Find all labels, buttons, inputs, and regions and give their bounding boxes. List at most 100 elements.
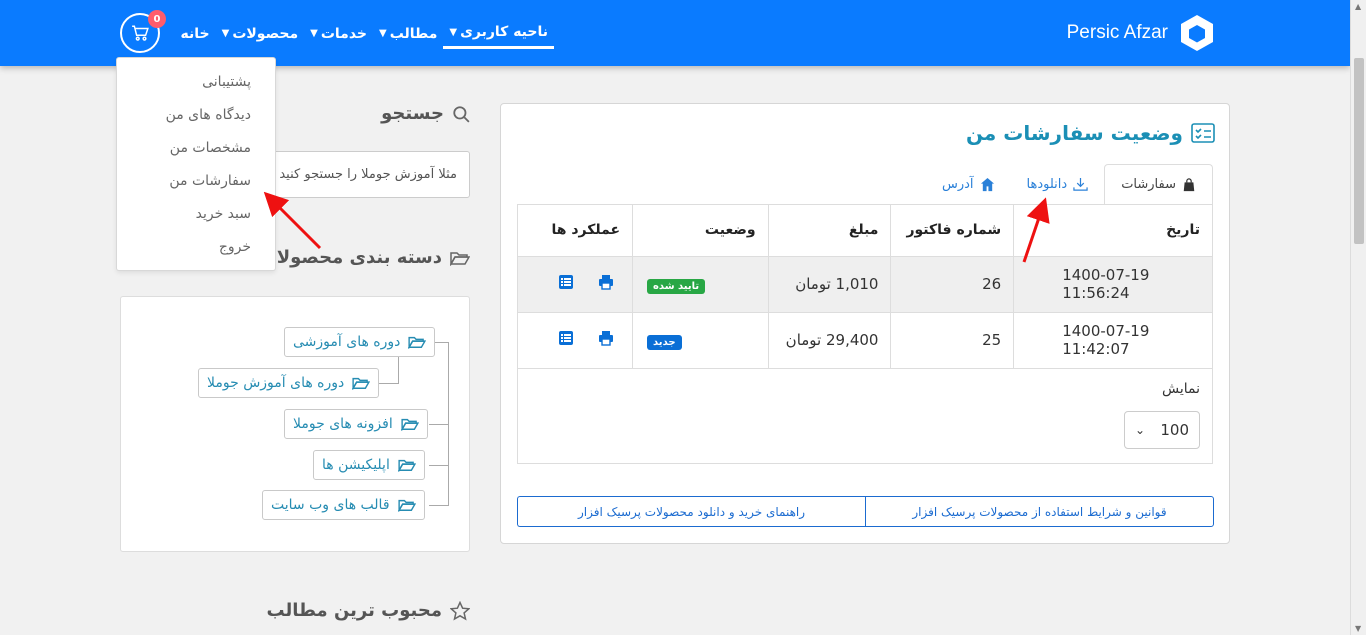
tree-line (398, 357, 399, 383)
nav-services-label: خدمات (320, 25, 368, 42)
nav-products[interactable]: محصولات ▼ (216, 18, 305, 49)
category-label: اپلیکیشن ها (322, 457, 390, 473)
status-badge: تایید شده (647, 278, 706, 294)
nav-user-area-label: ناحیه کاربری (460, 24, 548, 40)
orders-tab-panel: تاریخ شماره فاکتور مبلغ وضعیت عملکرد ها … (517, 204, 1213, 464)
menu-item-my-comments[interactable]: دیدگاه های من (117, 99, 275, 132)
folder-open-icon (408, 336, 427, 349)
orders-table: تاریخ شماره فاکتور مبلغ وضعیت عملکرد ها … (518, 205, 1212, 369)
order-actions (518, 312, 633, 369)
category-item[interactable]: دوره های آموزش جوملا (198, 368, 380, 398)
nav-user-area[interactable]: ناحیه کاربری ▼ (443, 18, 554, 49)
order-actions (518, 256, 633, 313)
home-icon (980, 177, 994, 192)
order-invoice: 26 (890, 256, 1014, 313)
category-item[interactable]: دوره های آموزشی (284, 327, 436, 357)
page-scrollbar[interactable]: ▲ ▼ (1350, 0, 1366, 635)
page-size-select[interactable]: 100 ⌄ (1124, 411, 1200, 449)
brand-name: Persic Afzar (1066, 22, 1168, 43)
tree-line (429, 424, 449, 425)
order-status-cell: جدید (632, 312, 769, 369)
nav-products-label: محصولات (232, 25, 299, 42)
table-row: 1400-07-19 11:56:24 26 1,010 تومان تایید… (518, 256, 1212, 313)
category-label: افزونه های جوملا (293, 416, 393, 432)
cart-button[interactable]: 0 (120, 10, 166, 53)
tab-address[interactable]: آدرس (926, 164, 1011, 205)
column-header: مبلغ (767, 205, 891, 257)
scrollbar-thumb[interactable] (1354, 58, 1364, 244)
categories-title: دسته بندی محصولات (258, 247, 442, 268)
tab-orders-label: سفارشات (1121, 177, 1176, 192)
order-amount: 1,010 تومان (767, 256, 891, 313)
download-icon (1073, 177, 1088, 191)
caret-down-icon: ▼ (449, 26, 458, 38)
caret-down-icon: ▼ (221, 28, 230, 39)
menu-item-cart[interactable]: سبد خرید (117, 198, 275, 231)
folder-open-icon (450, 251, 470, 266)
order-status-cell: تایید شده (632, 256, 769, 313)
table-header-row: تاریخ شماره فاکتور مبلغ وضعیت عملکرد ها (518, 205, 1212, 257)
orders-title: وضعیت سفارشات من (965, 121, 1183, 145)
search-heading: جستجو (381, 103, 470, 124)
folder-open-icon (397, 499, 416, 512)
menu-item-my-orders[interactable]: سفارشات من (117, 165, 275, 198)
tab-downloads-label: دانلودها (1026, 177, 1068, 192)
search-input[interactable]: مثلا آموزش جوملا را جستجو کنید (270, 151, 470, 198)
caret-down-icon: ▼ (379, 28, 387, 39)
category-item[interactable]: افزونه های جوملا (284, 409, 428, 439)
menu-item-my-profile[interactable]: مشخصات من (117, 132, 275, 165)
nav-home[interactable]: خانه (175, 18, 216, 49)
search-placeholder: مثلا آموزش جوملا را جستجو کنید (279, 167, 457, 182)
search-icon (453, 105, 470, 123)
column-header: عملکرد ها (518, 205, 633, 257)
tab-orders[interactable]: سفارشات (1104, 164, 1213, 205)
tree-line (378, 383, 399, 384)
category-label: قالب های وب سایت (271, 497, 390, 513)
page-size-label: نمایش (1161, 381, 1200, 397)
nav-services[interactable]: خدمات ▼ (304, 18, 373, 49)
scroll-up-icon[interactable]: ▲ (1355, 2, 1361, 11)
list-details-icon[interactable] (558, 274, 574, 290)
category-label: دوره های آموزشی (293, 334, 401, 350)
status-badge: جدید (647, 334, 682, 350)
nav-articles-label: مطالب (389, 25, 438, 42)
folder-open-icon (400, 418, 419, 431)
column-header: شماره فاکتور (890, 205, 1014, 257)
caret-down-icon: ▼ (310, 28, 318, 39)
printer-icon[interactable] (598, 274, 614, 290)
nav-articles[interactable]: مطالب ▼ (373, 18, 443, 49)
brand[interactable]: Persic Afzar (1067, 14, 1214, 52)
cart-icon (132, 25, 149, 41)
search-title: جستجو (381, 103, 444, 124)
categories-heading: دسته بندی محصولات (259, 247, 470, 268)
popular-title: محبوب ترین مطالب (266, 600, 442, 621)
page-size-value: 100 (1160, 421, 1189, 439)
tab-downloads[interactable]: دانلودها (1011, 164, 1105, 205)
purchase-guide-button[interactable]: راهنمای خرید و دانلود محصولات پرسیک افزا… (517, 496, 865, 527)
printer-icon[interactable] (598, 330, 614, 346)
order-amount: 29,400 تومان (767, 312, 891, 369)
menu-item-support[interactable]: پشتیبانی (117, 66, 275, 99)
checklist-icon (1191, 123, 1215, 143)
order-date: 1400-07-19 11:42:07 (1013, 312, 1212, 369)
tree-line (429, 505, 449, 506)
column-header: وضعیت (632, 205, 769, 257)
tree-line (429, 465, 449, 466)
star-icon (450, 600, 470, 621)
help-buttons: قوانین و شرایط استفاده از محصولات پرسیک … (517, 496, 1214, 527)
shopping-bag-icon (1183, 177, 1195, 191)
scroll-down-icon[interactable]: ▼ (1355, 624, 1361, 633)
category-item[interactable]: قالب های وب سایت (262, 490, 425, 520)
list-details-icon[interactable] (558, 330, 574, 346)
orders-card: وضعیت سفارشات من سفارشات دانلودها آدرس ت… (500, 103, 1230, 544)
terms-button[interactable]: قوانین و شرایط استفاده از محصولات پرسیک … (865, 496, 1214, 527)
menu-item-logout[interactable]: خروج (117, 231, 275, 264)
category-item[interactable]: اپلیکیشن ها (313, 450, 425, 480)
orders-tabs: سفارشات دانلودها آدرس (926, 164, 1213, 205)
folder-open-icon (352, 377, 371, 390)
nav-home-label: خانه (180, 25, 210, 42)
popular-heading: محبوب ترین مطالب (266, 600, 470, 621)
orders-heading: وضعیت سفارشات من (966, 121, 1215, 145)
order-invoice: 25 (890, 312, 1014, 369)
chevron-down-icon: ⌄ (1135, 423, 1146, 437)
